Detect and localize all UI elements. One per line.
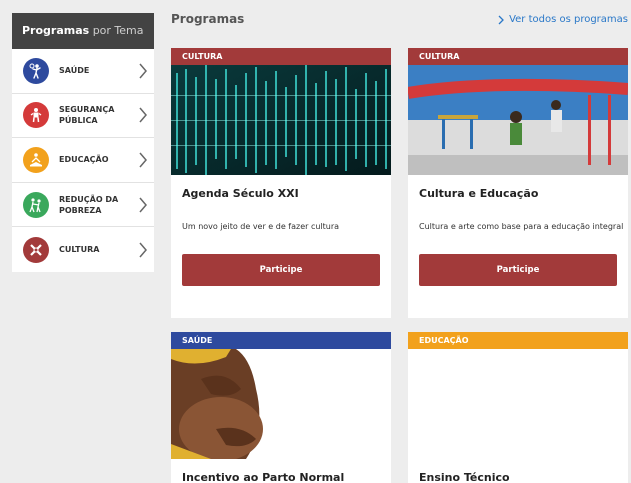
chevron-right-icon xyxy=(139,107,147,123)
participate-button[interactable]: Participe xyxy=(182,254,380,286)
card-image xyxy=(171,65,391,175)
sidebar-item-label: CULTURA xyxy=(59,245,100,255)
card-title: Agenda Século XXI xyxy=(182,187,299,200)
chevron-right-icon xyxy=(139,63,147,79)
card-description: Um novo jeito de ver e de fazer cultura xyxy=(182,222,340,231)
card-image xyxy=(171,349,391,459)
chevron-right-icon xyxy=(139,242,147,258)
culture-icon xyxy=(23,236,49,263)
sidebar-item-label: SAÚDE xyxy=(59,66,90,76)
card-title: Incentivo ao Parto Normal xyxy=(182,471,345,483)
sidebar-header-light: por Tema xyxy=(92,24,144,37)
card-image xyxy=(408,65,628,175)
sidebar-item-label: SEGURANÇA PÚBLICA xyxy=(59,105,115,126)
chevron-right-icon xyxy=(498,15,504,24)
see-all-programs-link[interactable]: Ver todos os programas xyxy=(498,14,628,25)
sidebar-header-bold: Programas xyxy=(22,24,90,37)
sidebar: Programas por Tema SAÚDE SEGURANÇA PÚBLI… xyxy=(12,13,154,272)
program-card[interactable]: SAÚDE Incentivo ao Parto Normal xyxy=(171,332,391,483)
chevron-right-icon xyxy=(139,152,147,168)
see-all-label: Ver todos os programas xyxy=(509,14,628,25)
card-title: Ensino Técnico xyxy=(419,471,510,483)
education-icon xyxy=(23,146,49,173)
card-category-badge: SAÚDE xyxy=(171,332,391,349)
poverty-reduction-icon xyxy=(23,191,49,218)
card-image xyxy=(408,349,628,459)
sidebar-item-educacao[interactable]: EDUCAÇÃO xyxy=(12,138,154,183)
card-description: Cultura e arte como base para a educação… xyxy=(419,222,624,231)
sidebar-item-seguranca[interactable]: SEGURANÇA PÚBLICA xyxy=(12,94,154,139)
sidebar-item-label: EDUCAÇÃO xyxy=(59,155,109,165)
sidebar-item-saude[interactable]: SAÚDE xyxy=(12,49,154,94)
sidebar-item-label: REDUÇÃO DA POBREZA xyxy=(59,194,119,215)
card-category-badge: EDUCAÇÃO xyxy=(408,332,628,349)
card-category-badge: CULTURA xyxy=(171,48,391,65)
program-card[interactable]: EDUCAÇÃO Ensino Técnico xyxy=(408,332,628,483)
page-title: Programas xyxy=(171,12,245,26)
sidebar-list: SAÚDE SEGURANÇA PÚBLICA EDUCAÇÃO REDUÇÃO… xyxy=(12,49,154,272)
participate-button[interactable]: Participe xyxy=(419,254,617,286)
security-icon xyxy=(23,102,49,129)
card-title: Cultura e Educação xyxy=(419,187,539,200)
card-category-badge: CULTURA xyxy=(408,48,628,65)
sidebar-item-cultura[interactable]: CULTURA xyxy=(12,227,154,272)
sidebar-header: Programas por Tema xyxy=(12,13,154,49)
sidebar-item-reducao-pobreza[interactable]: REDUÇÃO DA POBREZA xyxy=(12,183,154,228)
program-card[interactable]: CULTURA Cultura e Educação Cultura e art… xyxy=(408,48,628,318)
health-icon xyxy=(23,57,49,84)
chevron-right-icon xyxy=(139,197,147,213)
program-card[interactable]: CULTURA Agenda Século XXI Um novo jeito … xyxy=(171,48,391,318)
